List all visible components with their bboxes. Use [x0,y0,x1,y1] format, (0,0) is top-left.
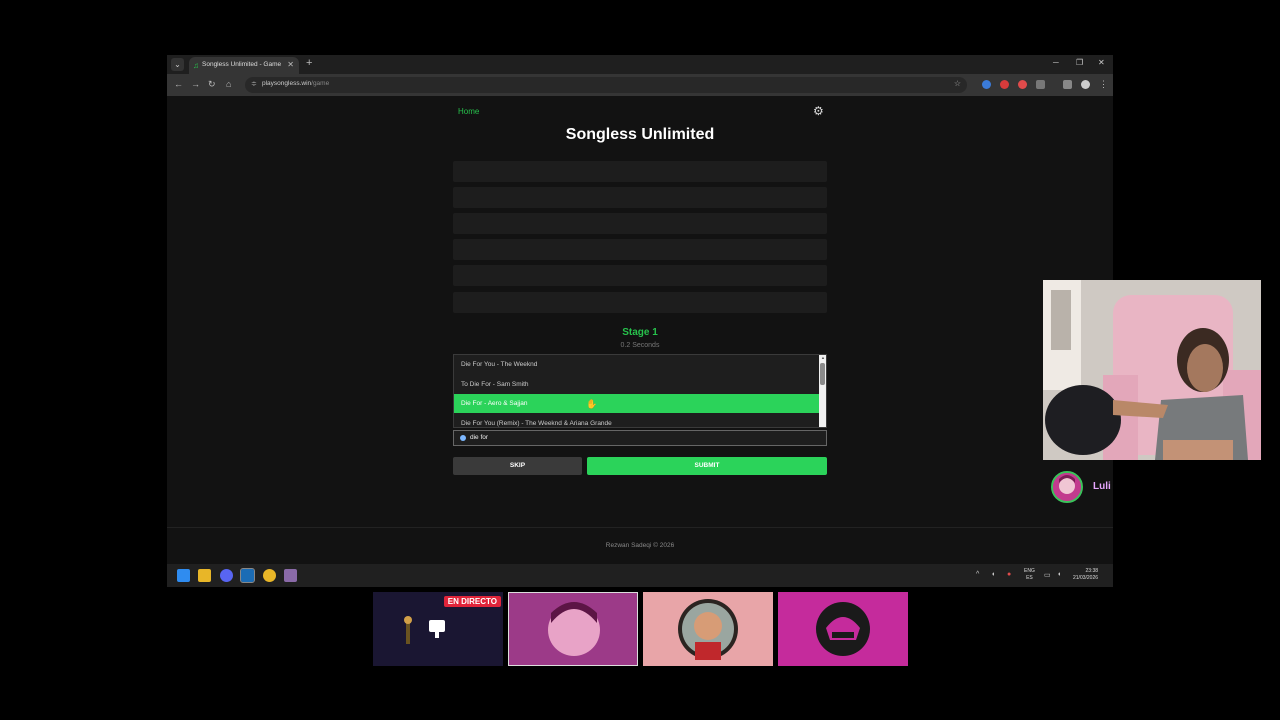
discord-icon[interactable] [220,569,233,582]
tab-title: Songless Unlimited - Game [202,61,282,68]
page-title: Songless Unlimited [565,126,715,143]
tab-strip: ⌄ ♫ Songless Unlimited - Game ✕ + ─ ❐ ✕ [167,55,1113,74]
streaming-app-icon[interactable] [240,568,255,583]
scroll-up-icon[interactable]: ▲ [821,355,825,360]
stage-duration: 0.2 Seconds [620,342,660,349]
footer-credit: Rezwan Sadeqi © 2026 [605,542,675,549]
thumbnail-avatar[interactable] [508,592,638,666]
tab-close-icon[interactable]: ✕ [287,60,294,69]
address-bar[interactable]: ≑ playsongless.win/game ☆ [245,77,967,93]
guess-slot [453,265,827,286]
minimize-icon[interactable]: ─ [1053,58,1059,67]
streamer-name: Luli [1093,481,1111,492]
streamer-avatar [1051,471,1083,503]
thumbnail-character[interactable] [643,592,773,666]
live-badge: EN DIRECTO [443,596,501,607]
guess-slot [453,161,827,182]
suggestion-item[interactable]: To Die For - Sam Smith [454,375,820,394]
suggestion-list[interactable]: Die For You - The Weeknd To Die For - Sa… [453,354,827,428]
suggestion-scrollbar[interactable]: ▲ [819,355,826,427]
suggestion-item-highlighted[interactable]: Die For - Aero & Sajjan [454,394,820,413]
scroll-thumb[interactable] [820,363,825,385]
webcam-feed [1043,280,1261,460]
thumbnail-live[interactable]: EN DIRECTO [373,592,503,666]
mouse-cursor-icon: ✋ [586,399,598,409]
back-icon[interactable]: ← [174,79,183,89]
guess-slot [453,213,827,234]
browser-tab[interactable]: ♫ Songless Unlimited - Game ✕ [189,57,299,74]
media-control-icon[interactable] [1063,80,1072,89]
avatar-image [1053,473,1081,501]
stage-label: Stage 1 [622,327,658,338]
suggestion-item[interactable]: Die For You - The Weeknd [454,355,820,374]
windows-taskbar: ^ ◖ ● ENG ES ▭ ◖ 23:38 21/03/2026 [167,564,1113,587]
bookmark-star-icon[interactable]: ☆ [954,79,961,88]
windows-start-icon[interactable] [177,569,190,582]
extensions-puzzle-icon[interactable] [1036,80,1045,89]
footer-divider [167,527,1113,528]
guess-input[interactable]: die for [453,430,827,446]
suggestion-item[interactable]: Die For You (Remix) - The Weeknd & Arian… [454,414,820,427]
extension-icon[interactable] [1018,80,1027,89]
url-text: playsongless.win/game [262,80,330,87]
stream-canvas: ⌄ ♫ Songless Unlimited - Game ✕ + ─ ❐ ✕ … [0,0,1280,720]
browser-window: ⌄ ♫ Songless Unlimited - Game ✕ + ─ ❐ ✕ … [167,55,1113,587]
browser-toolbar: ← → ↻ ⌂ ≑ playsongless.win/game ☆ ⋮ [167,74,1113,96]
forward-icon[interactable]: → [191,79,200,89]
chrome-icon[interactable] [263,569,276,582]
home-link[interactable]: Home [458,107,479,116]
guess-input-value: die for [470,434,489,441]
mic-icon[interactable]: ● [1007,571,1011,578]
webcam-image [1043,280,1261,460]
file-explorer-icon[interactable] [198,569,211,582]
thumbnail-image [509,593,637,665]
site-info-icon[interactable]: ≑ [251,80,257,88]
guess-slot [453,292,827,313]
speaker-icon[interactable]: ◖ [991,571,995,578]
volume-icon[interactable]: ◖ [1057,571,1061,578]
restore-icon[interactable]: ❐ [1076,58,1083,67]
submit-button[interactable]: SUBMIT [587,457,827,475]
home-icon[interactable]: ⌂ [226,79,231,89]
language-indicator[interactable]: ENG ES [1024,568,1035,582]
gear-icon[interactable]: ⚙ [813,104,824,118]
tab-search-icon[interactable]: ⌄ [171,58,184,71]
extension-icon[interactable] [982,80,991,89]
extension-icon[interactable] [1000,80,1009,89]
new-tab-icon[interactable]: + [306,57,312,69]
clock[interactable]: 23:38 21/03/2026 [1073,568,1098,582]
search-dot-icon [460,435,466,441]
thumbnail-image [643,592,773,666]
music-note-icon: ♫ [193,61,199,70]
thumbnail-image [778,592,908,666]
reload-icon[interactable]: ↻ [208,79,216,90]
close-window-icon[interactable]: ✕ [1098,58,1105,67]
guess-slot [453,239,827,260]
thumbnail-helmet[interactable] [778,592,908,666]
tray-chevron-icon[interactable]: ^ [976,571,979,578]
skip-button[interactable]: SKIP [453,457,582,475]
profile-avatar-icon[interactable] [1081,80,1090,89]
app-icon[interactable] [284,569,297,582]
network-icon[interactable]: ▭ [1044,571,1051,579]
guess-slot [453,187,827,208]
game-page: Home ⚙ Songless Unlimited Stage 1 0.2 Se… [167,96,1113,569]
menu-kebab-icon[interactable]: ⋮ [1099,79,1108,90]
